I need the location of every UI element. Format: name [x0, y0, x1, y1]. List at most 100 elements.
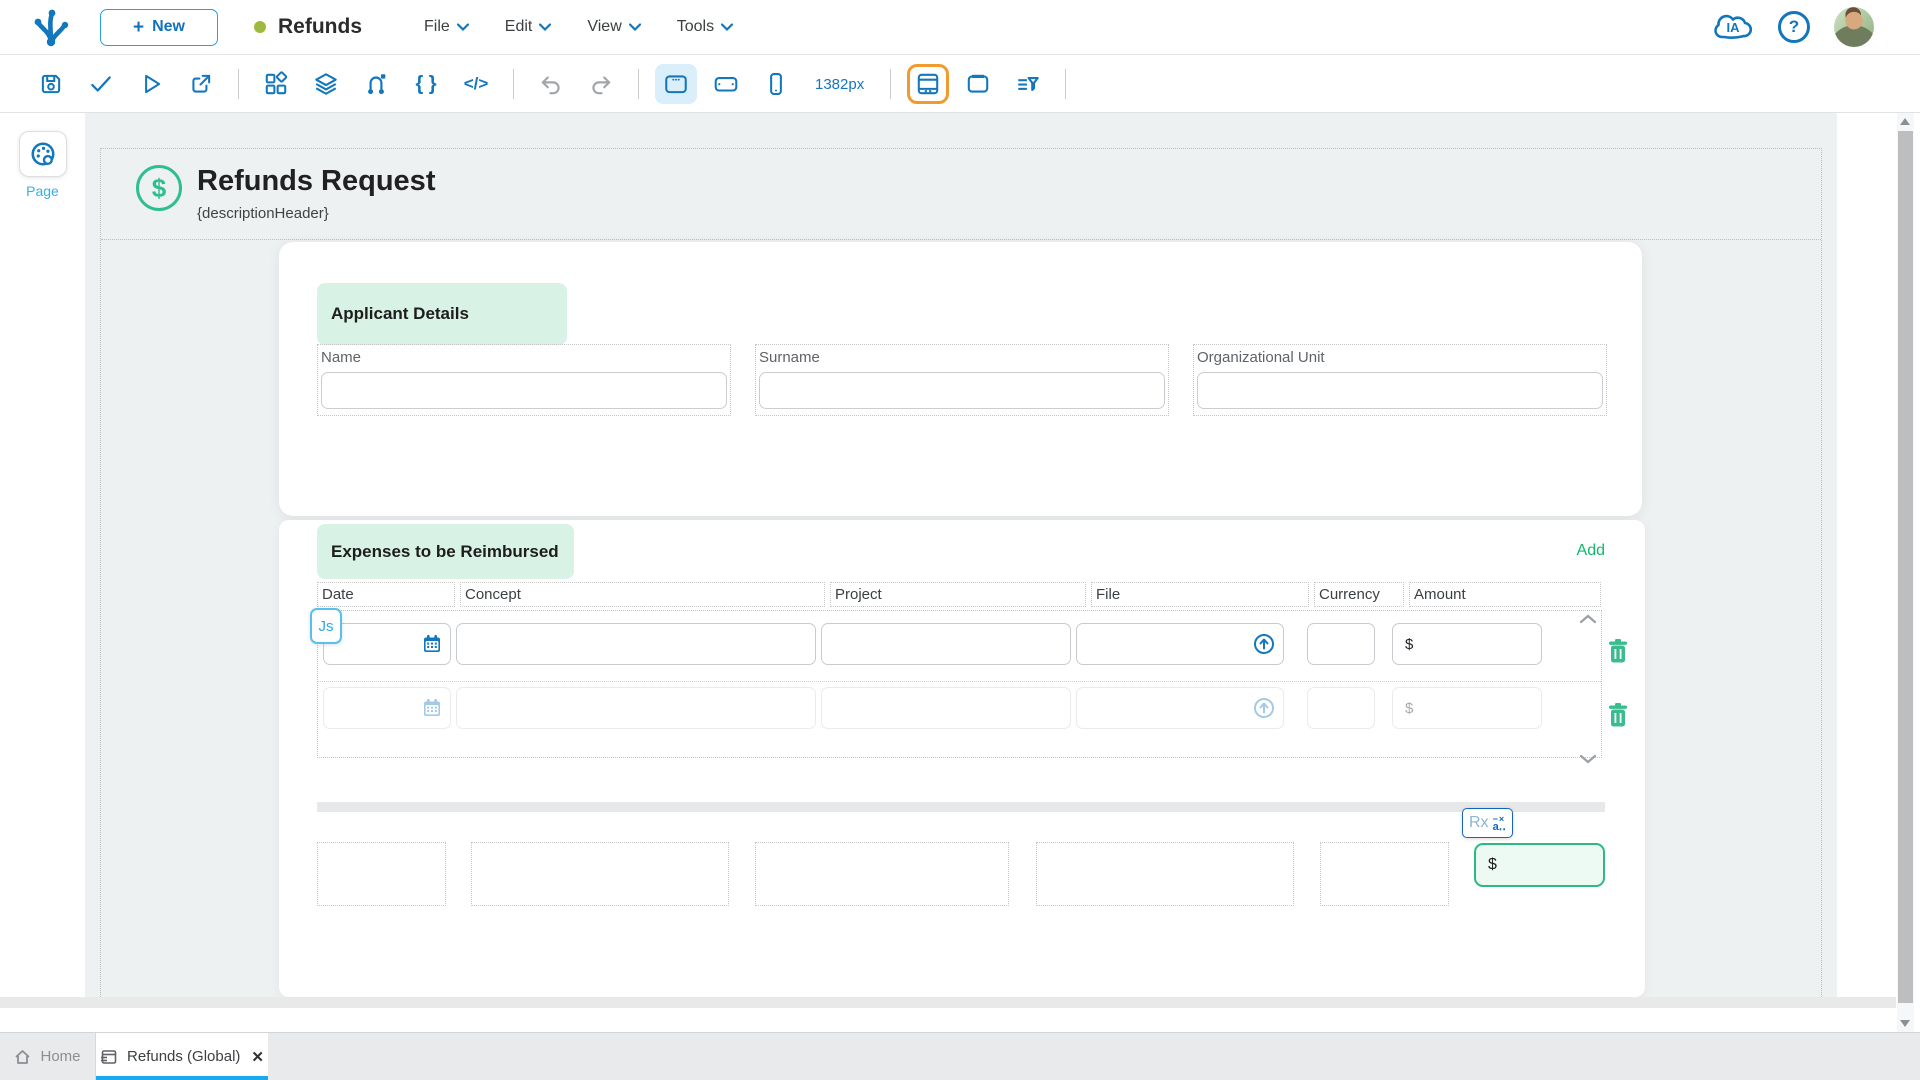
document-tabbar: Home Refunds (Global) ✕	[0, 1032, 1920, 1080]
design-canvas[interactable]: $ Refunds Request {descriptionHeader} Ap…	[85, 113, 1837, 997]
total-input[interactable]: $	[1474, 843, 1605, 887]
concept-input[interactable]	[456, 687, 816, 729]
expenses-section-heading[interactable]: Expenses to be Reimbursed	[317, 524, 574, 579]
menu-bar: File Edit View Tools	[424, 18, 734, 36]
topbar-right: IA ?	[1712, 7, 1920, 47]
name-input[interactable]	[321, 372, 727, 409]
organizational-unit-input[interactable]	[1197, 372, 1603, 409]
expenses-section[interactable]: Expenses to be Reimbursed Add Date Conce…	[279, 520, 1645, 997]
field-surname[interactable]: Surname	[755, 344, 1169, 416]
upload-icon[interactable]	[1253, 633, 1275, 655]
section-divider	[317, 802, 1605, 812]
footer-empty-cell[interactable]	[755, 842, 1009, 906]
footer-empty-cell[interactable]	[471, 842, 729, 906]
currency-input[interactable]	[1307, 687, 1375, 729]
column-header-currency[interactable]: Currency	[1314, 582, 1404, 607]
amount-input[interactable]: $	[1392, 623, 1542, 665]
currency-input[interactable]	[1307, 623, 1375, 665]
footer-empty-cell[interactable]	[317, 842, 446, 906]
avatar[interactable]	[1834, 7, 1874, 47]
device-desktop-button[interactable]	[655, 64, 697, 104]
row-separator	[318, 681, 1601, 682]
project-input[interactable]	[821, 687, 1071, 729]
applicant-card[interactable]: Applicant Details Name Surname Organizat…	[279, 242, 1642, 516]
column-header-file[interactable]: File	[1091, 582, 1309, 607]
status-dot	[254, 21, 266, 33]
scroll-down-icon[interactable]	[1900, 1020, 1910, 1027]
vertical-scrollbar[interactable]	[1897, 113, 1914, 1032]
formula-badge[interactable]: Rx −× a‥	[1462, 808, 1514, 838]
components-button[interactable]	[255, 64, 297, 104]
chevron-down-icon	[628, 23, 641, 31]
upload-icon[interactable]	[1253, 697, 1275, 719]
field-organizational-unit[interactable]: Organizational Unit	[1193, 344, 1607, 416]
validate-button[interactable]	[80, 64, 122, 104]
scroll-up-icon[interactable]	[1900, 118, 1910, 125]
ai-assistant-icon[interactable]: IA	[1712, 9, 1754, 45]
scrollbar-thumb[interactable]	[1898, 131, 1913, 1003]
new-button[interactable]: + New	[100, 8, 218, 46]
braces-label: { }	[415, 72, 437, 95]
expand-rows-icon[interactable]	[1578, 753, 1598, 765]
applicant-section-heading[interactable]: Applicant Details	[317, 283, 567, 345]
source-code-button[interactable]: </>	[455, 64, 497, 104]
amount-input[interactable]: $	[1392, 687, 1542, 729]
amount-prefix: $	[1405, 699, 1414, 717]
footer-empty-cell[interactable]	[1036, 842, 1294, 906]
amount-prefix: $	[1405, 635, 1414, 653]
menu-tools[interactable]: Tools	[676, 18, 734, 36]
calendar-icon[interactable]	[422, 698, 442, 718]
menu-view[interactable]: View	[587, 18, 641, 36]
menu-tools-label: Tools	[676, 18, 715, 35]
form-title[interactable]: Refunds Request	[197, 165, 435, 198]
redo-button[interactable]	[580, 64, 622, 104]
delete-row-icon[interactable]	[1606, 702, 1630, 728]
name-label: Name	[321, 349, 362, 366]
export-button[interactable]	[180, 64, 222, 104]
run-button[interactable]	[130, 64, 172, 104]
collapse-rows-icon[interactable]	[1578, 613, 1598, 625]
horizontal-scrollbar[interactable]	[0, 997, 1896, 1008]
form-subtitle[interactable]: {descriptionHeader}	[197, 205, 329, 222]
expenses-heading-label: Expenses to be Reimbursed	[331, 541, 559, 561]
tab-refunds-label: Refunds (Global)	[127, 1048, 241, 1065]
menu-edit[interactable]: Edit	[505, 18, 552, 36]
help-button[interactable]: ?	[1778, 11, 1810, 43]
add-row-link[interactable]: Add	[1577, 542, 1605, 560]
save-button[interactable]	[30, 64, 72, 104]
menu-view-label: View	[587, 18, 622, 35]
concept-input[interactable]	[456, 623, 816, 665]
page-label: Page	[26, 183, 59, 199]
column-header-concept[interactable]: Concept	[460, 582, 825, 607]
layout-panels-button[interactable]	[907, 64, 950, 104]
app-logo-icon[interactable]	[28, 5, 72, 49]
device-mobile-button[interactable]	[755, 64, 797, 104]
page-style-button[interactable]	[18, 131, 67, 177]
toolbar-divider	[890, 69, 892, 99]
calendar-icon[interactable]	[422, 634, 442, 654]
menu-file[interactable]: File	[424, 18, 469, 36]
organizational-unit-label: Organizational Unit	[1197, 349, 1325, 366]
column-header-project[interactable]: Project	[830, 582, 1086, 607]
container-button[interactable]	[957, 64, 999, 104]
header-divider	[101, 239, 1821, 240]
undo-button[interactable]	[530, 64, 572, 104]
close-tab-icon[interactable]: ✕	[251, 1048, 264, 1066]
column-header-amount[interactable]: Amount	[1409, 582, 1601, 607]
project-input[interactable]	[821, 623, 1071, 665]
rx-badge-label: Rx	[1469, 814, 1489, 831]
variables-button[interactable]: { }	[405, 64, 447, 104]
field-name[interactable]: Name	[317, 344, 731, 416]
tab-home[interactable]: Home	[0, 1033, 96, 1080]
tab-refunds-global[interactable]: Refunds (Global) ✕	[96, 1033, 268, 1080]
surname-input[interactable]	[759, 372, 1165, 409]
layers-button[interactable]	[305, 64, 347, 104]
device-tablet-button[interactable]	[705, 64, 747, 104]
delete-row-icon[interactable]	[1606, 638, 1630, 664]
flow-button[interactable]	[355, 64, 397, 104]
footer-empty-cell[interactable]	[1320, 842, 1449, 906]
column-header-date[interactable]: Date	[317, 582, 455, 607]
data-filter-button[interactable]	[1007, 64, 1049, 104]
plus-icon: +	[132, 16, 145, 38]
js-code-badge[interactable]: Js	[310, 608, 342, 644]
